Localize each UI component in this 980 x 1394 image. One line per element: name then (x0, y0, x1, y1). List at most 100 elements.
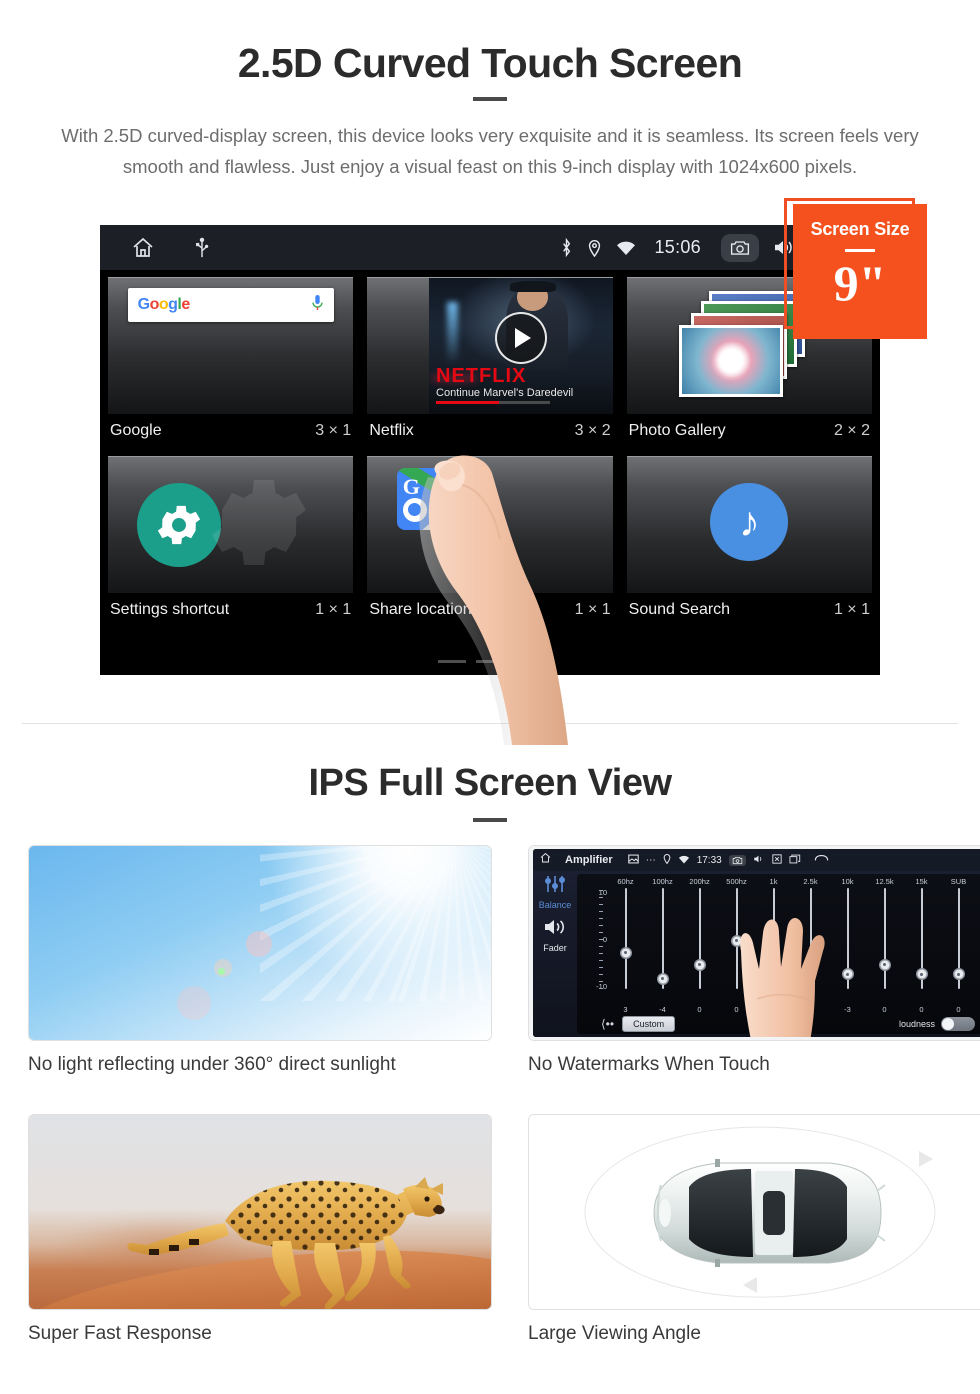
preset-button[interactable]: Custom (622, 1016, 676, 1032)
street-light-glow (447, 302, 459, 364)
title-rule (473, 97, 507, 101)
eq-slider-500hz[interactable] (718, 886, 755, 1005)
page-dot-3[interactable] (514, 660, 542, 663)
eq-band-label: 1k (769, 877, 778, 886)
play-icon[interactable] (494, 311, 547, 364)
cheetah-photo (28, 1114, 492, 1310)
eq-slider-100hz[interactable] (644, 886, 681, 1005)
eq-slider-12_5k[interactable] (866, 886, 903, 1005)
eq-band-labels: 60hz 100hz 200hz 500hz 1k 2.5k 10k 12.5k (577, 874, 980, 886)
eq-scale-max: 10 (581, 888, 607, 897)
widget-caption-settings-shortcut: Settings shortcut 1 × 1 (104, 593, 357, 627)
eq-band-values: 3 -4 0 0 -3 0 -3 0 0 0 (577, 1005, 980, 1014)
camera-icon[interactable] (721, 233, 759, 262)
recents-icon[interactable] (789, 851, 801, 869)
sound-search-widget[interactable]: ♪ (626, 456, 872, 593)
device-screenshot: 15:06 Google Google 3 × 1 NETFLIX Contin… (100, 225, 880, 675)
gear-watermark-icon (199, 463, 319, 588)
section2-rule (473, 818, 507, 822)
widget-size: 3 × 1 (315, 422, 352, 439)
back-icon[interactable] (814, 851, 829, 869)
google-search-widget[interactable]: Google (108, 277, 354, 414)
desert-background (29, 1115, 491, 1309)
section-divider (22, 723, 958, 724)
back-icon[interactable]: ⟨•• (601, 1017, 614, 1031)
volume-icon[interactable] (753, 851, 765, 869)
page-title: 2.5D Curved Touch Screen (237, 40, 743, 86)
car-top-view (528, 1114, 980, 1310)
car-illustration-wrap (529, 1115, 980, 1309)
eq-band-value: 0 (882, 1005, 887, 1014)
widget-name: Settings shortcut (110, 601, 230, 618)
eq-band-label: 2.5k (803, 877, 818, 886)
eq-band-value: -4 (659, 1005, 666, 1014)
eq-band-value: 0 (697, 1005, 702, 1014)
eq-slider-60hz[interactable] (607, 886, 644, 1005)
eq-slider-2_5k[interactable] (792, 886, 829, 1005)
product-feature-page: 2.5D Curved Touch Screen With 2.5D curve… (0, 0, 980, 1394)
feature-card-label: Large Viewing Angle (528, 1323, 701, 1344)
widget-cell-settings-shortcut[interactable]: Settings shortcut 1 × 1 (104, 452, 357, 627)
loudness-control[interactable]: loudness (899, 1017, 975, 1031)
eq-slider-10k[interactable] (829, 886, 866, 1005)
home-icon[interactable] (130, 236, 156, 260)
camera-icon[interactable] (728, 854, 746, 866)
netflix-brand: NETFLIX (436, 365, 527, 388)
feature-card-amplifier: Amplifier ⋯ 17:33 Balance Fader 60hz 100… (528, 845, 980, 1084)
eq-sliders: 10 0 -10 (577, 886, 980, 1005)
eq-band-value: 0 (919, 1005, 924, 1014)
loudness-toggle[interactable] (941, 1017, 975, 1031)
widget-cell-netflix[interactable]: NETFLIX Continue Marvel's Daredevil Netf… (363, 273, 616, 448)
amplifier-side-nav: Balance Fader (533, 871, 577, 1037)
microphone-icon[interactable] (311, 294, 324, 317)
page-dot-1[interactable] (438, 660, 466, 663)
location-pin-icon (402, 497, 427, 522)
feature-card-sunlight: No light reflecting under 360° direct su… (28, 845, 492, 1084)
eq-scale-ticks (599, 890, 603, 989)
share-location-widget[interactable]: G (367, 456, 613, 593)
feature-row-1: No light reflecting under 360° direct su… (28, 845, 980, 1084)
google-g-letter: G (402, 473, 420, 499)
location-icon (587, 238, 602, 257)
fader-label[interactable]: Fader (543, 943, 567, 953)
widget-caption-netflix: Netflix 3 × 2 (363, 414, 616, 448)
widget-caption-google: Google 3 × 1 (104, 414, 357, 448)
usb-icon[interactable] (194, 237, 210, 259)
widget-caption-share-location: Share location 1 × 1 (363, 593, 616, 627)
widget-cell-sound-search[interactable]: ♪ Sound Search 1 × 1 (623, 452, 876, 627)
widget-cell-share-location[interactable]: G Share location 1 × 1 (363, 452, 616, 627)
more-icon[interactable]: ⋯ (646, 855, 656, 866)
close-icon[interactable] (772, 851, 782, 869)
gallery-icon[interactable] (627, 851, 639, 869)
cheetah-illustration (127, 1177, 445, 1309)
home-icon[interactable] (539, 851, 552, 869)
eq-slider-15k[interactable] (903, 886, 940, 1005)
page-dot-2[interactable] (476, 660, 504, 663)
google-search-bar[interactable]: Google (127, 288, 334, 322)
widget-cell-google[interactable]: Google Google 3 × 1 (104, 273, 357, 448)
eq-scale-mid: 0 (602, 935, 607, 944)
screen-size-label: Screen Size (810, 219, 910, 239)
progress-bar (436, 401, 551, 405)
balance-label[interactable]: Balance (539, 900, 572, 910)
netflix-widget[interactable]: NETFLIX Continue Marvel's Daredevil (367, 277, 613, 414)
wifi-icon (678, 851, 690, 869)
equalizer-icon[interactable] (544, 875, 566, 898)
widget-name: Sound Search (628, 601, 731, 618)
screen-size-badge: Screen Size 9" (793, 204, 927, 339)
eq-band-label: 200hz (689, 877, 710, 886)
netflix-artwork: NETFLIX Continue Marvel's Daredevil (428, 278, 613, 414)
widget-name: Share location (369, 601, 472, 618)
eq-slider-200hz[interactable] (681, 886, 718, 1005)
settings-shortcut-widget[interactable] (108, 456, 354, 593)
eq-band-label: SUB (950, 877, 967, 886)
eq-band-label: 15k (915, 877, 928, 886)
loudness-label: loudness (898, 1019, 935, 1029)
music-note-icon: ♪ (710, 483, 789, 562)
amplifier-title: Amplifier (565, 854, 613, 866)
fader-speaker-icon[interactable] (543, 918, 567, 941)
wifi-icon (616, 240, 636, 256)
eq-slider-sub[interactable] (940, 886, 977, 1005)
eq-slider-1k[interactable] (755, 886, 792, 1005)
widget-picker-grid: Google Google 3 × 1 NETFLIX Continue Mar… (100, 270, 880, 630)
